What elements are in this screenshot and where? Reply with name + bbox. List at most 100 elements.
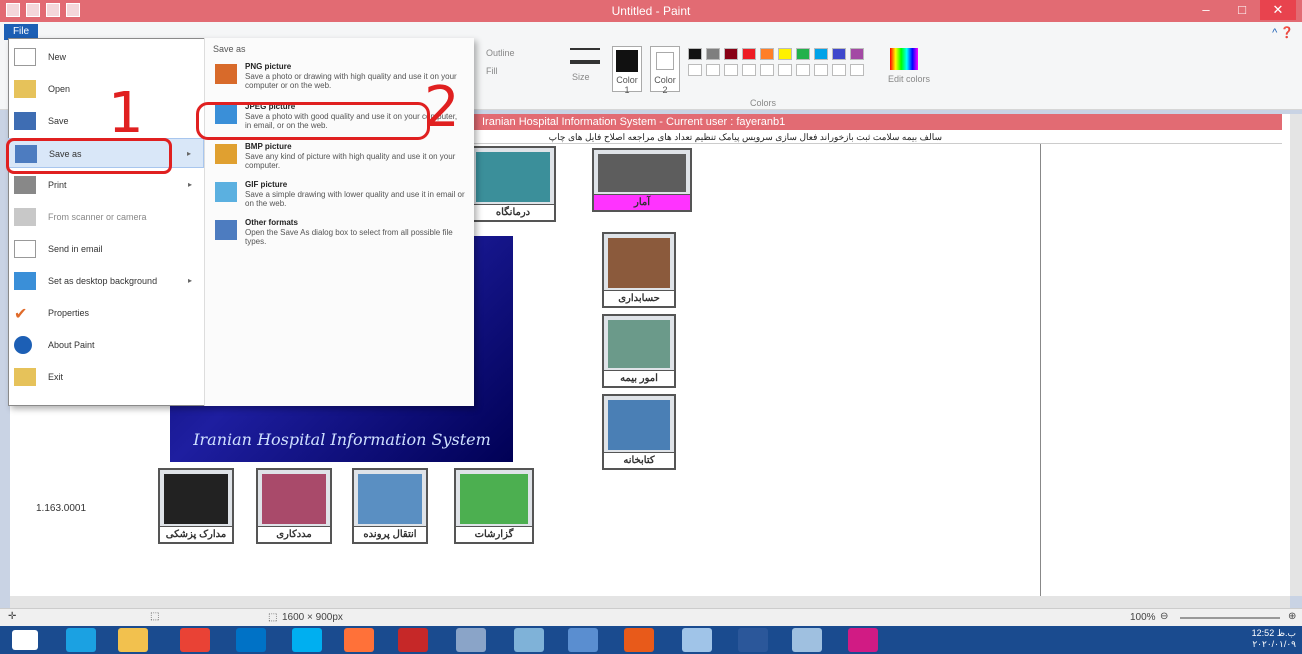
tile-reports: گزارشات: [454, 468, 534, 544]
palette-swatch-empty[interactable]: [832, 64, 846, 76]
save-as-header: Save as: [213, 44, 246, 54]
tile-clinic: درمانگاه: [470, 146, 556, 222]
network-icon[interactable]: [514, 628, 544, 652]
tile-label: آمار: [594, 194, 690, 210]
maximize-button[interactable]: □: [1224, 0, 1260, 20]
menu-print[interactable]: Print ▸: [8, 170, 204, 200]
file-menu-commands: New Open Save Save as ▸ Print ▸ From scann…: [8, 38, 204, 406]
remote-desktop-icon[interactable]: [568, 628, 598, 652]
menu-exit-label: Exit: [48, 372, 64, 382]
color1-label: Color 1: [616, 75, 638, 95]
firefox-dev-icon[interactable]: [624, 628, 654, 652]
bank-icon: [608, 320, 670, 368]
system-tray: 12:52 ب.ظ ۲۰۲۰/۰۱/۰۹: [1252, 628, 1296, 650]
menu-new[interactable]: New: [8, 42, 204, 72]
palette-swatch[interactable]: [760, 48, 774, 60]
save-disk-icon: [14, 112, 36, 130]
menu-about-label: About Paint: [48, 340, 95, 350]
paint-icon[interactable]: [792, 628, 822, 652]
menu-exit[interactable]: Exit: [8, 362, 204, 392]
palette-swatch[interactable]: [778, 48, 792, 60]
save-as-bmp[interactable]: BMP picture Save any kind of picture with…: [205, 140, 475, 174]
his-app-icon[interactable]: [848, 628, 878, 652]
palette-swatch-empty[interactable]: [724, 64, 738, 76]
color2-label: Color 2: [654, 75, 676, 95]
edit-colors-label: Edit colors: [888, 74, 931, 84]
palette-swatch[interactable]: [706, 48, 720, 60]
palette-swatch-empty[interactable]: [850, 64, 864, 76]
palette-swatch[interactable]: [724, 48, 738, 60]
internet-explorer-icon[interactable]: [66, 628, 96, 652]
menu-send-email[interactable]: Send in email: [8, 234, 204, 264]
palette-swatch[interactable]: [814, 48, 828, 60]
zoom-out-button[interactable]: ⊖: [1160, 611, 1168, 622]
tools-icon[interactable]: [456, 628, 486, 652]
edit-colors-icon[interactable]: [890, 48, 918, 70]
menu-desktop-background-label: Set as desktop background: [48, 276, 158, 286]
his-banner-text: Iranian Hospital Information System: [193, 430, 491, 449]
menu-open[interactable]: Open: [8, 74, 204, 104]
skype-icon[interactable]: [292, 628, 322, 652]
save-as-gif[interactable]: GIF picture Save a simple drawing with lo…: [205, 178, 475, 212]
clock-time[interactable]: 12:52 ب.ظ: [1252, 628, 1296, 639]
other-desc: Open the Save As dialog box to select fr…: [245, 228, 453, 246]
annotation-step-2: 2: [424, 75, 460, 140]
chrome-icon[interactable]: [180, 628, 210, 652]
menu-scanner[interactable]: From scanner or camera: [8, 202, 204, 232]
palette-swatch-empty[interactable]: [742, 64, 756, 76]
palette-swatch[interactable]: [796, 48, 810, 60]
color2-button[interactable]: Color 2: [650, 46, 680, 95]
menu-desktop-background[interactable]: Set as desktop background ▸: [8, 266, 204, 296]
refresh-icon: [358, 474, 422, 524]
his-side-panel: [1040, 144, 1288, 596]
minimize-button[interactable]: –: [1188, 0, 1224, 20]
app-icon[interactable]: [682, 628, 712, 652]
canvas-size: 1600 × 900px: [282, 612, 343, 623]
palette-swatch-empty[interactable]: [688, 64, 702, 76]
menu-send-email-label: Send in email: [48, 244, 103, 254]
zoom-in-button[interactable]: ⊕: [1288, 611, 1296, 622]
start-icon[interactable]: [12, 630, 38, 650]
palette-swatch-empty[interactable]: [814, 64, 828, 76]
close-button[interactable]: ✕: [1260, 0, 1296, 20]
firefox-icon[interactable]: [344, 628, 374, 652]
checkmark-report-icon: [460, 474, 528, 524]
menu-properties[interactable]: ✔ Properties: [8, 298, 204, 328]
tile-medical-records: مدارک پزشکی: [158, 468, 234, 544]
palette-swatch[interactable]: [832, 48, 846, 60]
size-label: Size: [572, 72, 590, 82]
statistics-icon: [598, 154, 686, 192]
palette-swatch[interactable]: [742, 48, 756, 60]
color1-button[interactable]: Color 1: [612, 46, 642, 95]
palette-swatch-empty[interactable]: [760, 64, 774, 76]
menu-save-label: Save: [48, 116, 69, 126]
submenu-arrow-icon: ▸: [187, 276, 192, 285]
save-as-other[interactable]: Other formats Open the Save As dialog box…: [205, 216, 475, 250]
menu-about[interactable]: About Paint: [8, 330, 204, 360]
zoom-slider[interactable]: [1180, 617, 1280, 619]
outline-button[interactable]: Outline: [486, 48, 515, 58]
palette-swatch-empty[interactable]: [778, 64, 792, 76]
palette-swatch[interactable]: [688, 48, 702, 60]
file-explorer-icon[interactable]: [118, 628, 148, 652]
palette-swatch-empty[interactable]: [796, 64, 810, 76]
menu-save[interactable]: Save: [8, 106, 204, 136]
gif-desc: Save a simple drawing with lower quality…: [245, 190, 465, 208]
size-icon[interactable]: [570, 48, 600, 64]
vertical-scrollbar[interactable]: [1290, 114, 1302, 596]
colors-group-label: Colors: [750, 98, 777, 108]
outlook-icon[interactable]: [236, 628, 266, 652]
exit-icon: [14, 368, 36, 386]
other-title: Other formats: [245, 218, 298, 227]
status-bar: ✛ ⬚ ⬚ 1600 × 900px 100% ⊖ ⊕: [0, 608, 1302, 626]
word-icon[interactable]: [738, 628, 768, 652]
palette-swatch[interactable]: [850, 48, 864, 60]
kaspersky-icon[interactable]: [398, 628, 428, 652]
clock-date[interactable]: ۲۰۲۰/۰۱/۰۹: [1252, 639, 1296, 650]
fill-button[interactable]: Fill: [486, 66, 498, 76]
records-icon: [164, 474, 228, 524]
tile-label: مدارک پزشکی: [160, 526, 232, 542]
horizontal-scrollbar[interactable]: [10, 596, 1290, 608]
palette-swatch-empty[interactable]: [706, 64, 720, 76]
help-icon[interactable]: ^ ❓: [1272, 26, 1294, 39]
